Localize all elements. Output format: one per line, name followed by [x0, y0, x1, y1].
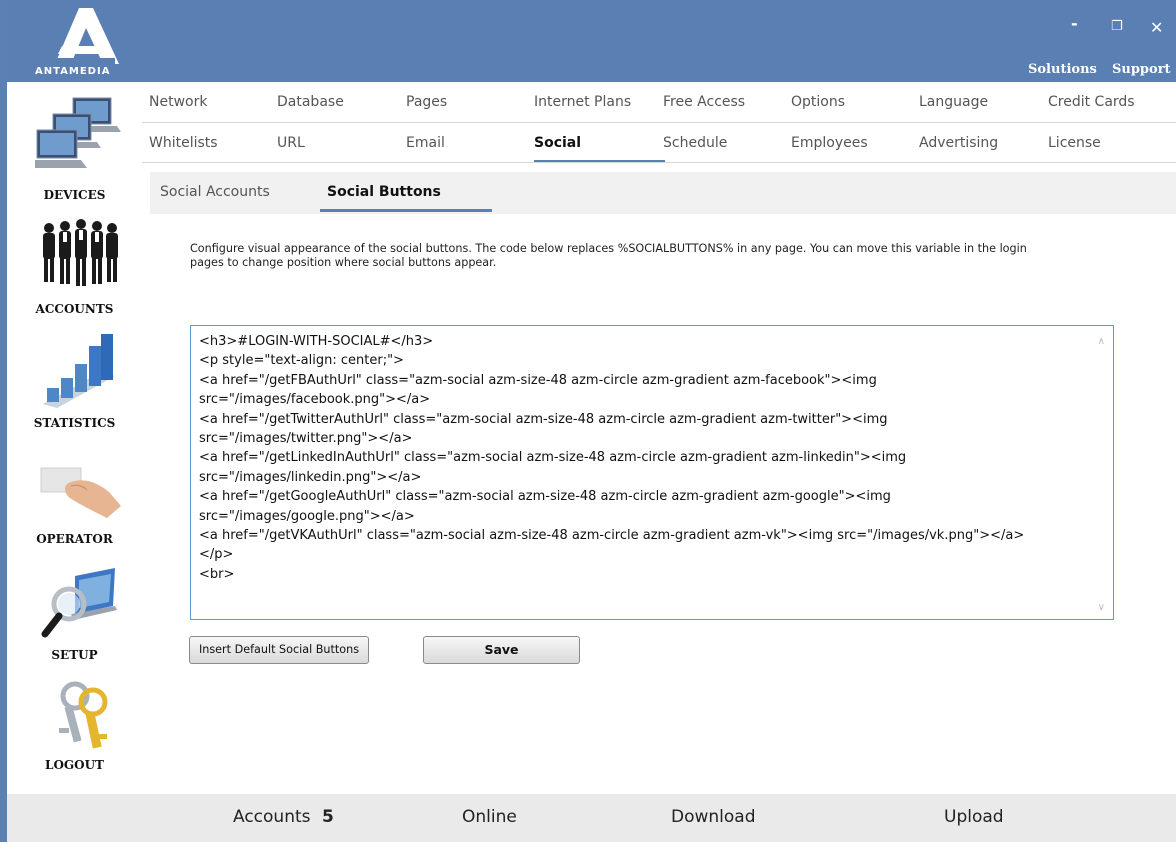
- subtabs-bar: Social Accounts Social Buttons: [150, 172, 1176, 214]
- solutions-link[interactable]: Solutions: [1028, 62, 1097, 77]
- code-line: <p style="text-align: center;">: [199, 353, 404, 369]
- tab-schedule[interactable]: Schedule: [663, 135, 727, 151]
- status-footer: Accounts 5 Online Download Upload: [7, 794, 1176, 842]
- code-line: <br>: [199, 566, 235, 582]
- sidebar-item-devices[interactable]: DEVICES: [7, 82, 142, 202]
- save-button[interactable]: Save: [423, 636, 580, 664]
- active-subtab-indicator: [320, 209, 492, 212]
- code-line: <a href="/getLinkedInAuthUrl" class="azm…: [199, 450, 907, 466]
- setup-icon: [41, 568, 117, 638]
- subtab-social-accounts[interactable]: Social Accounts: [160, 184, 270, 200]
- insert-default-social-buttons-button[interactable]: Insert Default Social Buttons: [189, 636, 369, 664]
- code-line: </p>: [199, 547, 234, 563]
- accounts-icon: [43, 219, 118, 286]
- sidebar-item-label: OPERATOR: [36, 532, 113, 546]
- settings-tabs: Network Database Pages Internet Plans Fr…: [142, 82, 1176, 164]
- tab-database[interactable]: Database: [277, 94, 344, 110]
- tab-free-access[interactable]: Free Access: [663, 94, 745, 110]
- scroll-down-icon[interactable]: ∨: [1098, 602, 1105, 613]
- operator-icon: [40, 467, 121, 518]
- sidebar-item-label: DEVICES: [43, 188, 106, 202]
- tab-email[interactable]: Email: [406, 135, 445, 151]
- tab-social[interactable]: Social: [534, 135, 581, 151]
- description-text: Configure visual appearance of the socia…: [190, 242, 1027, 269]
- tab-network[interactable]: Network: [149, 94, 207, 110]
- tab-url[interactable]: URL: [277, 135, 305, 151]
- code-line: <a href="/getTwitterAuthUrl" class="azm-…: [199, 411, 888, 427]
- logout-icon: [59, 681, 108, 749]
- minimize-icon[interactable]: -: [1071, 14, 1078, 33]
- tab-language[interactable]: Language: [919, 94, 988, 110]
- social-buttons-code-editor[interactable]: <h3>#LOGIN-WITH-SOCIAL#</h3> <p style="t…: [190, 325, 1114, 620]
- sidebar-item-setup[interactable]: SETUP: [7, 562, 142, 666]
- sidebar-item-statistics[interactable]: STATISTICS: [7, 328, 142, 434]
- sidebar-item-label: ACCOUNTS: [35, 302, 114, 316]
- footer-online-label: Online: [462, 807, 517, 827]
- sidebar-item-logout[interactable]: LOGOUT: [7, 678, 142, 778]
- code-line: <a href="/getVKAuthUrl" class="azm-socia…: [199, 528, 1025, 544]
- tab-license[interactable]: License: [1048, 135, 1101, 151]
- tab-pages[interactable]: Pages: [406, 94, 447, 110]
- tab-advertising[interactable]: Advertising: [919, 135, 998, 151]
- sidebar-item-accounts[interactable]: ACCOUNTS: [7, 214, 142, 318]
- footer-download-label: Download: [671, 807, 756, 827]
- tab-options[interactable]: Options: [791, 94, 845, 110]
- restore-icon[interactable]: ❐: [1111, 19, 1123, 34]
- tab-credit-cards[interactable]: Credit Cards: [1048, 94, 1135, 110]
- subtab-social-buttons[interactable]: Social Buttons: [327, 184, 441, 200]
- header-bar: ANTAMEDIA - ❐ ✕ Solutions Support: [7, 0, 1176, 82]
- footer-upload-label: Upload: [944, 807, 1004, 827]
- tab-employees[interactable]: Employees: [791, 135, 868, 151]
- footer-accounts-count: 5: [322, 807, 334, 827]
- statistics-icon: [43, 334, 115, 408]
- tab-row-divider: [142, 162, 1176, 163]
- code-line: <a href="/getGoogleAuthUrl" class="azm-s…: [199, 489, 891, 505]
- code-line: src="/images/google.png"></a>: [199, 508, 415, 524]
- sidebar-item-label: SETUP: [51, 648, 98, 662]
- scroll-up-icon[interactable]: ∧: [1098, 336, 1105, 347]
- app-window: ANTAMEDIA - ❐ ✕ Solutions Support DEVICE…: [0, 0, 1176, 842]
- tab-internet-plans[interactable]: Internet Plans: [534, 94, 631, 110]
- sidebar-item-label: STATISTICS: [33, 416, 116, 430]
- sidebar: DEVICES ACCOUNTS STATISTICS OPERATOR SET…: [7, 82, 142, 794]
- footer-accounts-label: Accounts: [233, 807, 311, 827]
- support-link[interactable]: Support: [1112, 62, 1171, 77]
- tab-row-divider: [142, 122, 1176, 123]
- code-line: src="/images/linkedin.png"></a>: [199, 469, 422, 485]
- brand-name: ANTAMEDIA: [35, 66, 111, 77]
- close-icon[interactable]: ✕: [1150, 18, 1163, 37]
- sidebar-item-operator[interactable]: OPERATOR: [7, 448, 142, 552]
- devices-icon: [35, 97, 121, 168]
- code-line: src="/images/facebook.png"></a>: [199, 392, 431, 408]
- tab-whitelists[interactable]: Whitelists: [149, 135, 218, 151]
- code-line: src="/images/twitter.png"></a>: [199, 431, 413, 447]
- sidebar-item-label: LOGOUT: [45, 758, 104, 772]
- code-line: <h3>#LOGIN-WITH-SOCIAL#</h3>: [199, 334, 434, 349]
- code-line: <a href="/getFBAuthUrl" class="azm-socia…: [199, 372, 877, 388]
